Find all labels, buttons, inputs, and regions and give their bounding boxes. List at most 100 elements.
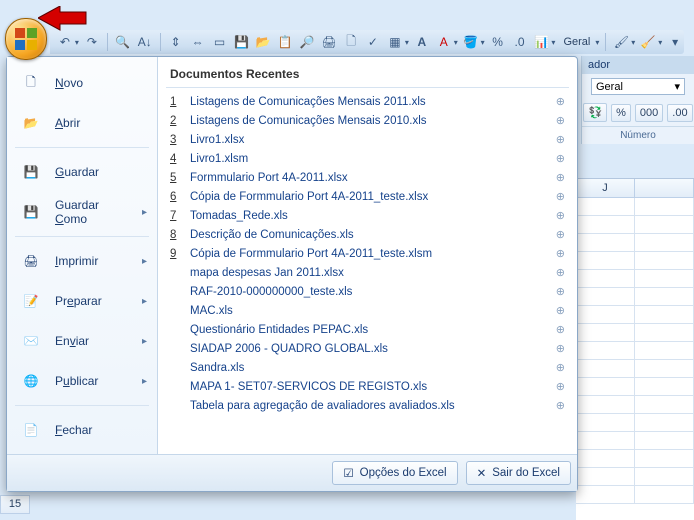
menu-label: Publicar <box>55 374 132 388</box>
recent-doc-item[interactable]: RAF-2010-000000000_teste.xls ⊕ <box>166 282 569 301</box>
row-header-15[interactable]: 15 <box>0 495 30 514</box>
pin-icon[interactable]: ⊕ <box>556 399 565 412</box>
menu-label: Guardar Como <box>55 198 132 226</box>
recent-documents-panel: Documentos Recentes 1Listagens de Comuni… <box>158 57 577 454</box>
pin-icon[interactable]: ⊕ <box>556 342 565 355</box>
excel-options-button[interactable]: ☑ Opções do Excel <box>332 461 457 485</box>
send-mail-icon: ✉️ <box>17 327 45 355</box>
bold-icon[interactable]: A <box>413 33 431 51</box>
pin-icon[interactable]: ⊕ <box>556 247 565 260</box>
recent-doc-item[interactable]: MAPA 1- SET07-SERVICOS DE REGISTO.xls⊕ <box>166 377 569 396</box>
chart-icon[interactable]: 📊 <box>533 33 551 51</box>
column-header-j[interactable]: J <box>576 179 635 197</box>
col-width-icon[interactable]: ⇔ <box>189 33 207 51</box>
menu-item-close[interactable]: 📄 Fechar <box>7 410 157 450</box>
recent-doc-name: Tomadas_Rede.xls <box>190 210 548 222</box>
pin-icon[interactable]: ⊕ <box>556 323 565 336</box>
menu-label: Abrir <box>55 116 147 130</box>
pin-icon[interactable]: ⊕ <box>556 171 565 184</box>
recent-doc-item[interactable]: SIADAP 2006 - QUADRO GLOBAL.xls⊕ <box>166 339 569 358</box>
recent-doc-item[interactable]: 5Formmulario Port 4A-2011.xlsx⊕ <box>166 168 569 187</box>
exit-excel-button[interactable]: ✕ Sair do Excel <box>466 461 571 485</box>
save-icon[interactable]: 💾 <box>232 33 250 51</box>
worksheet-grid[interactable]: J <box>576 178 694 520</box>
recent-doc-item[interactable]: 4Livro1.xlsm⊕ <box>166 149 569 168</box>
recent-doc-item[interactable]: 2 Listagens de Comunicações Mensais 2010.… <box>166 111 569 130</box>
zoom-icon[interactable]: 🔍 <box>114 33 132 51</box>
recent-doc-item[interactable]: 6Cópia de Formmulario Port 4A-2011_teste… <box>166 187 569 206</box>
menu-label: Novo <box>55 76 147 90</box>
group-label-number: Número <box>582 126 694 144</box>
decrease-dec-icon[interactable]: .0 <box>511 33 529 51</box>
recent-doc-name: RAF-2010-000000000_teste.xls <box>190 286 548 298</box>
menu-item-print[interactable]: 🖨 Imprimir ▸ <box>7 241 157 281</box>
paste-icon[interactable]: 📋 <box>276 33 294 51</box>
pin-icon[interactable]: ⊕ <box>556 304 565 317</box>
pin-icon[interactable]: ⊕ <box>556 361 565 374</box>
recent-doc-item[interactable]: MAC.xls⊕ <box>166 301 569 320</box>
recent-doc-number: 7 <box>170 210 182 222</box>
recent-doc-item[interactable]: Questionário Entidades PEPAC.xls⊕ <box>166 320 569 339</box>
menu-item-open[interactable]: 📂 Abrir <box>7 103 157 143</box>
pin-icon[interactable]: ⊕ <box>556 228 565 241</box>
column-header-blank[interactable] <box>635 179 694 197</box>
chevron-down-icon: ▾ <box>674 80 680 93</box>
pin-icon[interactable]: ⊕ <box>556 95 565 108</box>
recent-doc-item[interactable]: mapa despesas Jan 2011.xlsx⊕ <box>166 263 569 282</box>
format-painter-icon[interactable]: 🖌 <box>612 33 630 51</box>
percent-button[interactable]: % <box>611 104 631 122</box>
save-disk-icon: 💾 <box>17 158 45 186</box>
recent-doc-number: 2 <box>170 115 182 127</box>
group-icon[interactable]: ▭ <box>211 33 229 51</box>
quick-access-toolbar: ↶▾ ↷ 🔍 A↓ ⇕ ⇔ ▭ 💾 📂 📋 🔎 🖨 🗋 ✓ ▦▾ A A▾ 🪣▾… <box>50 30 684 54</box>
increase-decimal-button[interactable]: .00 <box>667 104 692 122</box>
pin-icon[interactable]: ⊕ <box>556 114 565 127</box>
new-icon[interactable]: 🗋 <box>342 33 360 51</box>
recent-doc-item[interactable]: 3Livro1.xlsx⊕ <box>166 130 569 149</box>
clear-icon[interactable]: 🧹 <box>639 33 657 51</box>
ribbon-tab-fragment[interactable]: ador <box>582 56 694 74</box>
office-logo-icon <box>15 28 37 50</box>
open-icon[interactable]: 📂 <box>254 33 272 51</box>
menu-item-new[interactable]: 🗋 Novo <box>7 63 157 103</box>
row-height-icon[interactable]: ⇕ <box>167 33 185 51</box>
border-icon[interactable]: ▦ <box>386 33 404 51</box>
menu-item-send[interactable]: ✉️ Enviar ▸ <box>7 321 157 361</box>
percent-icon[interactable]: % <box>489 33 507 51</box>
recent-doc-number: 3 <box>170 134 182 146</box>
pointer-arrow-icon <box>38 6 88 36</box>
recent-doc-item[interactable]: 1Listagens de Comunicações Mensais 2011.… <box>166 92 569 111</box>
recent-doc-item[interactable]: Tabela para agregação de avaliadores ava… <box>166 396 569 415</box>
preview-icon[interactable]: 🔎 <box>298 33 316 51</box>
currency-button[interactable]: 💱 <box>583 103 607 122</box>
pin-icon[interactable]: ⊕ <box>556 152 565 165</box>
recent-doc-name: Sandra.xls <box>190 362 548 374</box>
pin-icon[interactable]: ⊕ <box>556 380 565 393</box>
menu-item-save[interactable]: 💾 Guardar <box>7 152 157 192</box>
more-icon[interactable]: ▾ <box>666 33 684 51</box>
recent-doc-item[interactable]: 9Cópia de Formmulario Port 4A-2011_teste… <box>166 244 569 263</box>
pin-icon[interactable]: ⊕ <box>556 285 565 298</box>
menu-label: Preparar <box>55 294 132 308</box>
pin-icon[interactable]: ⊕ <box>556 133 565 146</box>
menu-item-prepare[interactable]: 📝 Preparar ▸ <box>7 281 157 321</box>
spell-icon[interactable]: ✓ <box>364 33 382 51</box>
sort-asc-icon[interactable]: A↓ <box>136 33 154 51</box>
pin-icon[interactable]: ⊕ <box>556 209 565 222</box>
recent-doc-item[interactable]: 7 Tomadas_Rede.xls ⊕ <box>166 206 569 225</box>
pin-icon[interactable]: ⊕ <box>556 266 565 279</box>
options-label: Opções do Excel <box>360 467 447 479</box>
number-format-combo[interactable]: Geral ▾ <box>591 78 685 95</box>
recent-doc-item[interactable]: Sandra.xls ⊕ <box>166 358 569 377</box>
fill-color-icon[interactable]: 🪣 <box>462 33 480 51</box>
menu-item-save-as[interactable]: 💾 Guardar Como ▸ <box>7 192 157 232</box>
recent-doc-name: Listagens de Comunicações Mensais 2010.x… <box>190 115 548 127</box>
menu-item-publish[interactable]: 🌐 Publicar ▸ <box>7 361 157 401</box>
recent-doc-item[interactable]: 8Descrição de Comunicações.xls⊕ <box>166 225 569 244</box>
thousand-button[interactable]: 000 <box>635 104 663 122</box>
pin-icon[interactable]: ⊕ <box>556 190 565 203</box>
submenu-arrow-icon: ▸ <box>142 336 147 347</box>
print-icon[interactable]: 🖨 <box>320 33 338 51</box>
font-color-icon[interactable]: A <box>435 33 453 51</box>
number-format-qat[interactable]: Geral <box>559 36 594 48</box>
